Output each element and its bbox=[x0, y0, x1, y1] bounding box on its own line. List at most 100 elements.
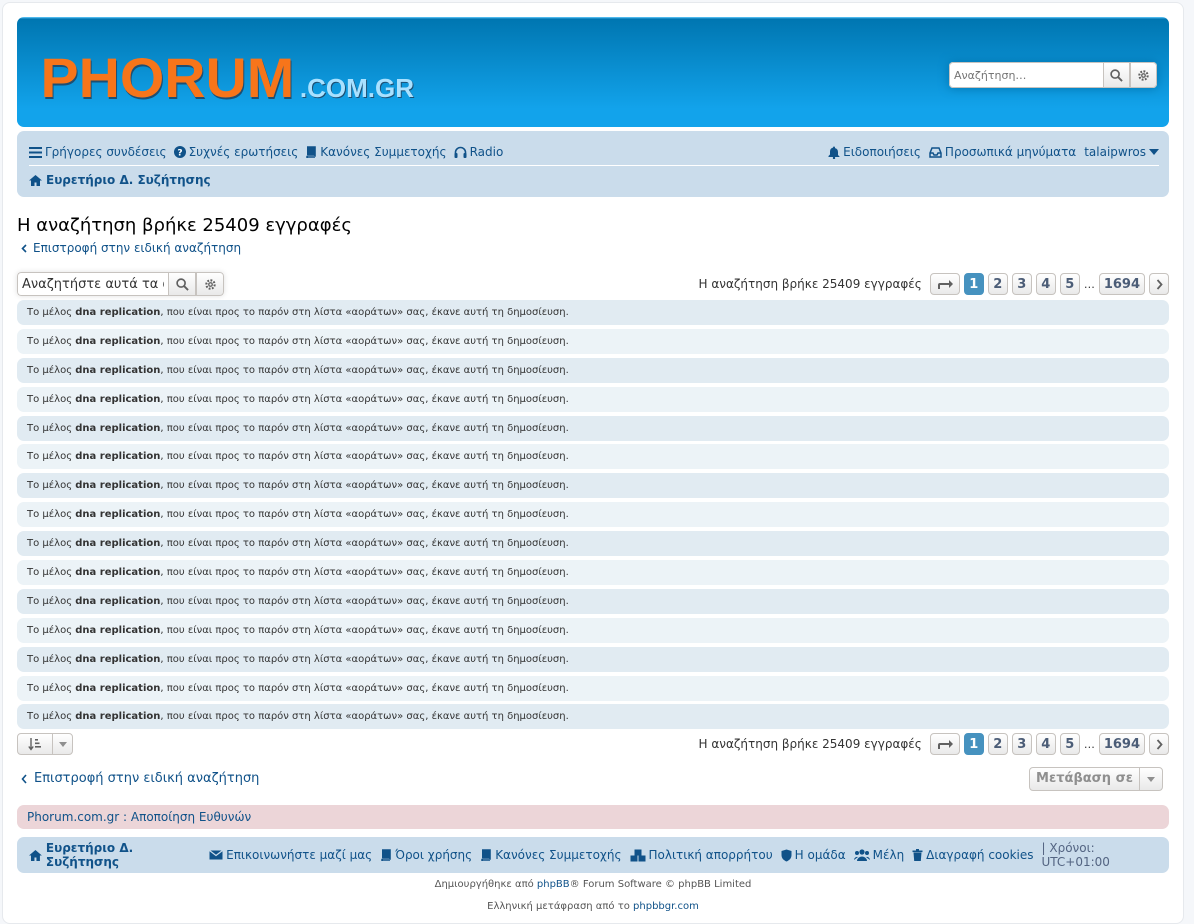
header-search-button[interactable] bbox=[1103, 62, 1130, 88]
nav-rules[interactable]: Κανόνες Συμμετοχής bbox=[305, 145, 447, 159]
page-4-button[interactable]: 4 bbox=[1035, 273, 1056, 295]
disclaimer-text: Phorum.com.gr : Αποποίηση Ευθυνών bbox=[27, 810, 252, 824]
bell-icon bbox=[828, 146, 840, 159]
footer-privacy-link[interactable]: Πολιτική απορρήτου bbox=[630, 848, 773, 862]
username: talaipwros bbox=[1084, 145, 1146, 159]
row-member-name: dna replication bbox=[75, 711, 161, 723]
back-to-search-link-bottom[interactable]: Επιστροφή στην ειδική αναζήτηση bbox=[21, 771, 259, 786]
advanced-search-button[interactable] bbox=[196, 272, 224, 296]
page-5-button-bottom[interactable]: 5 bbox=[1059, 733, 1080, 755]
last-page-button[interactable]: 1694 bbox=[1098, 273, 1145, 295]
row-member-name: dna replication bbox=[75, 422, 161, 434]
chevron-left-icon bbox=[21, 243, 27, 253]
jump-to-page-button-bottom[interactable] bbox=[929, 733, 960, 755]
page-4-button-bottom[interactable]: 4 bbox=[1035, 733, 1056, 755]
result-row: Το μέλος dna replication, που είναι προς… bbox=[17, 328, 1169, 354]
nav-quick-links[interactable]: Γρήγορες συνδέσεις bbox=[29, 145, 167, 159]
page-title: Η αναζήτηση βρήκε 25409 εγγραφές bbox=[17, 215, 352, 236]
footer-contact-link[interactable]: Επικοινωνήστε μαζί μας bbox=[209, 848, 372, 862]
row-member-name: dna replication bbox=[75, 595, 161, 607]
result-list: Το μέλος dna replication, που είναι προς… bbox=[17, 300, 1169, 733]
header-search-input[interactable] bbox=[949, 62, 1103, 88]
row-member-name: dna replication bbox=[75, 538, 161, 550]
footer-contact-label: Επικοινωνήστε μαζί μας bbox=[226, 848, 373, 862]
pagination-ellipsis-bottom: … bbox=[1083, 737, 1095, 751]
site-header: PHORUM .COM.GR bbox=[17, 17, 1169, 127]
next-page-button[interactable] bbox=[1149, 273, 1169, 295]
nav-notifications-label: Ειδοποιήσεις bbox=[843, 145, 921, 159]
page-1-button[interactable]: 1 bbox=[963, 273, 984, 295]
page-1-button-bottom[interactable]: 1 bbox=[963, 733, 984, 755]
row-prefix: Το μέλος bbox=[27, 595, 73, 607]
footer-members-link[interactable]: Μέλη bbox=[853, 848, 905, 862]
last-page-button-bottom[interactable]: 1694 bbox=[1098, 733, 1145, 755]
row-suffix: , που είναι προς το παρόν στη λίστα «αορ… bbox=[160, 538, 569, 550]
breadcrumb[interactable]: Ευρετήριο Δ. Συζήτησης bbox=[29, 173, 211, 187]
nav-notifications[interactable]: Ειδοποιήσεις bbox=[828, 145, 921, 159]
row-prefix: Το μέλος bbox=[27, 567, 73, 579]
header-advanced-search-button[interactable] bbox=[1130, 62, 1157, 88]
navbar: Γρήγορες συνδέσεις ? Συχνές ερωτήσεις Κα… bbox=[17, 131, 1169, 197]
result-row: Το μέλος dna replication, που είναι προς… bbox=[17, 560, 1169, 586]
pagination-ellipsis: … bbox=[1083, 277, 1095, 291]
result-row: Το μέλος dna replication, που είναι προς… bbox=[17, 531, 1169, 557]
pagination-top: Η αναζήτηση βρήκε 25409 εγγραφές 1 2 3 4… bbox=[699, 272, 1169, 296]
phpbb-link[interactable]: phpBB bbox=[537, 879, 570, 890]
row-member-name: dna replication bbox=[75, 624, 161, 636]
footer-rules-link[interactable]: Κανόνες Συμμετοχής bbox=[480, 848, 622, 862]
row-member-name: dna replication bbox=[75, 451, 161, 463]
caret-down-icon bbox=[58, 741, 67, 747]
result-row: Το μέλος dna replication, που είναι προς… bbox=[17, 415, 1169, 441]
nav-radio-label: Radio bbox=[469, 145, 504, 159]
page-5-button[interactable]: 5 bbox=[1059, 273, 1080, 295]
users-icon bbox=[853, 849, 870, 861]
chevron-left-icon bbox=[21, 773, 27, 784]
footer-members-label: Μέλη bbox=[872, 848, 905, 862]
phpbbgr-link[interactable]: phpbbgr.com bbox=[633, 901, 699, 912]
footer-privacy-label: Πολιτική απορρήτου bbox=[648, 848, 773, 862]
nav-user-menu[interactable]: talaipwros bbox=[1084, 145, 1159, 159]
nav-radio[interactable]: Radio bbox=[454, 145, 504, 159]
jump-to-page-button[interactable] bbox=[929, 273, 960, 295]
next-page-button-bottom[interactable] bbox=[1149, 733, 1169, 755]
row-member-name: dna replication bbox=[75, 567, 161, 579]
result-row: Το μέλος dna replication, που είναι προς… bbox=[17, 588, 1169, 614]
share-arrow-icon bbox=[937, 739, 953, 749]
back-to-search-link-top[interactable]: Επιστροφή στην ειδική αναζήτηση bbox=[21, 241, 241, 255]
nav-faq-label: Συχνές ερωτήσεις bbox=[188, 145, 299, 159]
home-icon bbox=[29, 174, 42, 186]
page-3-button-bottom[interactable]: 3 bbox=[1011, 733, 1032, 755]
bars-icon bbox=[29, 146, 42, 158]
page-2-button[interactable]: 2 bbox=[987, 273, 1008, 295]
row-member-name: dna replication bbox=[75, 307, 161, 318]
disclaimer-notice[interactable]: Phorum.com.gr : Αποποίηση Ευθυνών bbox=[17, 805, 1169, 829]
row-prefix: Το μέλος bbox=[27, 393, 73, 405]
gear-icon bbox=[204, 278, 216, 290]
result-row: Το μέλος dna replication, που είναι προς… bbox=[17, 675, 1169, 701]
footer-terms-link[interactable]: Όροι χρήσης bbox=[380, 848, 472, 862]
sort-options-button[interactable] bbox=[17, 733, 73, 755]
nav-private-messages-label: Προσωπικά μηνύματα bbox=[944, 145, 1077, 159]
site-logo[interactable]: PHORUM .COM.GR bbox=[41, 45, 414, 110]
footer-team-label: Η ομάδα bbox=[794, 848, 846, 862]
result-row: Το μέλος dna replication, που είναι προς… bbox=[17, 473, 1169, 499]
search-icon bbox=[1110, 68, 1123, 82]
row-member-name: dna replication bbox=[75, 480, 161, 492]
footer-team-link[interactable]: Η ομάδα bbox=[781, 848, 846, 862]
page-2-button-bottom[interactable]: 2 bbox=[987, 733, 1008, 755]
nav-private-messages[interactable]: Προσωπικά μηνύματα bbox=[929, 145, 1076, 159]
result-row: Το μέλος dna replication, που είναι προς… bbox=[17, 502, 1169, 528]
search-within-box bbox=[17, 272, 224, 296]
page-wrapper: PHORUM.COM.GR Γρήγορες συνδέσεις ? Συχνέ… bbox=[2, 2, 1184, 924]
result-row: Το μέλος dna replication, που είναι προς… bbox=[17, 646, 1169, 672]
jump-to-dropdown[interactable]: Μετάβαση σε bbox=[1029, 767, 1163, 791]
inbox-icon bbox=[929, 146, 942, 158]
page-3-button[interactable]: 3 bbox=[1011, 273, 1032, 295]
row-prefix: Το μέλος bbox=[27, 653, 73, 665]
search-within-input[interactable] bbox=[17, 272, 168, 296]
book-icon bbox=[306, 146, 317, 158]
footer-index-link[interactable]: Ευρετήριο Δ. Συζήτησης bbox=[29, 841, 209, 869]
search-within-button[interactable] bbox=[168, 272, 196, 296]
nav-faq[interactable]: ? Συχνές ερωτήσεις bbox=[173, 145, 299, 159]
footer-delete-cookies-link[interactable]: Διαγραφή cookies bbox=[912, 848, 1034, 862]
